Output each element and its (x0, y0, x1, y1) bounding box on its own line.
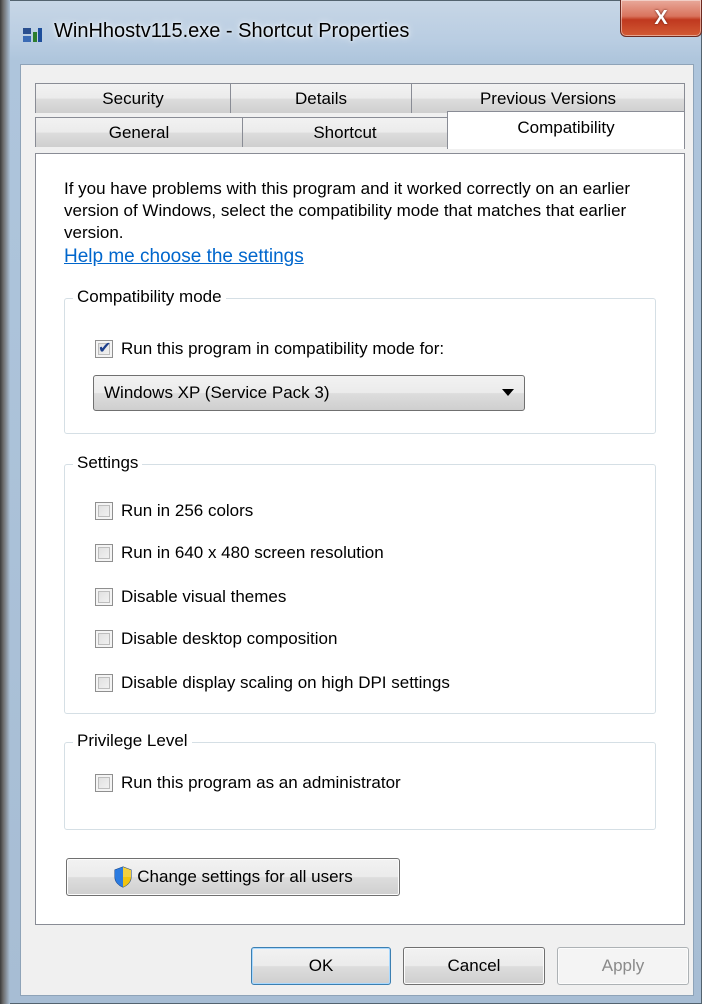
compat-mode-group: Compatibility mode Run this program in c… (64, 287, 656, 434)
close-button[interactable]: X (620, 0, 702, 37)
run-compat-checkbox-row[interactable]: Run this program in compatibility mode f… (95, 338, 445, 359)
disable-visual-themes-checkbox[interactable] (95, 588, 113, 606)
run-admin-checkbox-row[interactable]: Run this program as an administrator (95, 773, 401, 793)
setting-row[interactable]: Run in 256 colors (95, 501, 253, 521)
setting-label: Disable display scaling on high DPI sett… (121, 673, 450, 692)
os-select-value: Windows XP (Service Pack 3) (104, 383, 330, 402)
os-select[interactable]: Windows XP (Service Pack 3) (93, 375, 525, 411)
run-compat-label: Run this program in compatibility mode f… (121, 339, 445, 358)
privilege-group: Privilege Level Run this program as an a… (64, 731, 656, 830)
tab-label: Details (295, 88, 347, 108)
apply-label: Apply (601, 956, 645, 975)
tab-shortcut[interactable]: Shortcut (242, 117, 448, 147)
close-icon: X (654, 6, 668, 29)
tab-details[interactable]: Details (230, 83, 412, 113)
run-admin-checkbox[interactable] (95, 774, 113, 792)
ok-label: OK (308, 956, 334, 975)
title-bar[interactable]: WinHhostv115.exe - Shortcut Properties X (10, 0, 702, 64)
run-admin-label: Run this program as an administrator (121, 773, 401, 792)
dropdown-arrow-icon (502, 389, 514, 396)
tab-label: General (108, 122, 170, 142)
ok-button[interactable]: OK (251, 947, 391, 985)
apply-button[interactable]: Apply (557, 947, 689, 985)
tab-label: Security (102, 88, 164, 108)
tab-compatibility[interactable]: Compatibility (447, 111, 685, 149)
run-640x480-checkbox[interactable] (95, 544, 113, 562)
intro-text: If you have problems with this program a… (64, 179, 630, 242)
setting-label: Disable visual themes (121, 587, 287, 606)
compatibility-panel: If you have problems with this program a… (35, 153, 685, 925)
setting-row[interactable]: Disable desktop composition (95, 629, 337, 649)
compat-mode-label: Compatibility mode (73, 287, 226, 307)
privilege-label: Privilege Level (73, 731, 192, 751)
tab-previous-versions[interactable]: Previous Versions (411, 83, 685, 113)
tab-row-bottom: General Shortcut Compatibility (35, 111, 685, 149)
window-title: WinHhostv115.exe - Shortcut Properties (54, 20, 410, 42)
uac-shield-icon (113, 866, 133, 888)
dialog-client: Security Details Previous Versions Gener… (20, 64, 694, 996)
setting-label: Disable desktop composition (121, 629, 338, 648)
setting-row[interactable]: Disable visual themes (95, 587, 286, 607)
left-shadow (0, 0, 10, 1004)
tab-label: Previous Versions (479, 88, 617, 108)
tab-label: Compatibility (517, 118, 615, 137)
setting-row[interactable]: Run in 640 x 480 screen resolution (95, 543, 384, 563)
run-compat-checkbox[interactable] (95, 338, 113, 358)
tab-security[interactable]: Security (35, 83, 231, 113)
help-link[interactable]: Help me choose the settings (64, 246, 304, 268)
tab-label: Shortcut (313, 122, 377, 142)
disable-dpi-scaling-checkbox[interactable] (95, 674, 113, 692)
app-icon (22, 26, 44, 44)
settings-label: Settings (73, 453, 143, 473)
setting-label: Run in 640 x 480 screen resolution (121, 543, 384, 562)
run-256-colors-checkbox[interactable] (95, 502, 113, 520)
tab-row-top: Security Details Previous Versions (35, 83, 685, 113)
settings-group: Settings Run in 256 colors Run in 640 x … (64, 453, 656, 714)
cancel-label: Cancel (447, 956, 501, 975)
change-all-users-label: Change settings for all users (137, 867, 353, 886)
disable-desktop-composition-checkbox[interactable] (95, 630, 113, 648)
change-all-users-button[interactable]: Change settings for all users (66, 858, 400, 896)
setting-row[interactable]: Disable display scaling on high DPI sett… (95, 673, 450, 693)
setting-label: Run in 256 colors (121, 501, 254, 520)
tab-general[interactable]: General (35, 117, 243, 147)
cancel-button[interactable]: Cancel (403, 947, 545, 985)
